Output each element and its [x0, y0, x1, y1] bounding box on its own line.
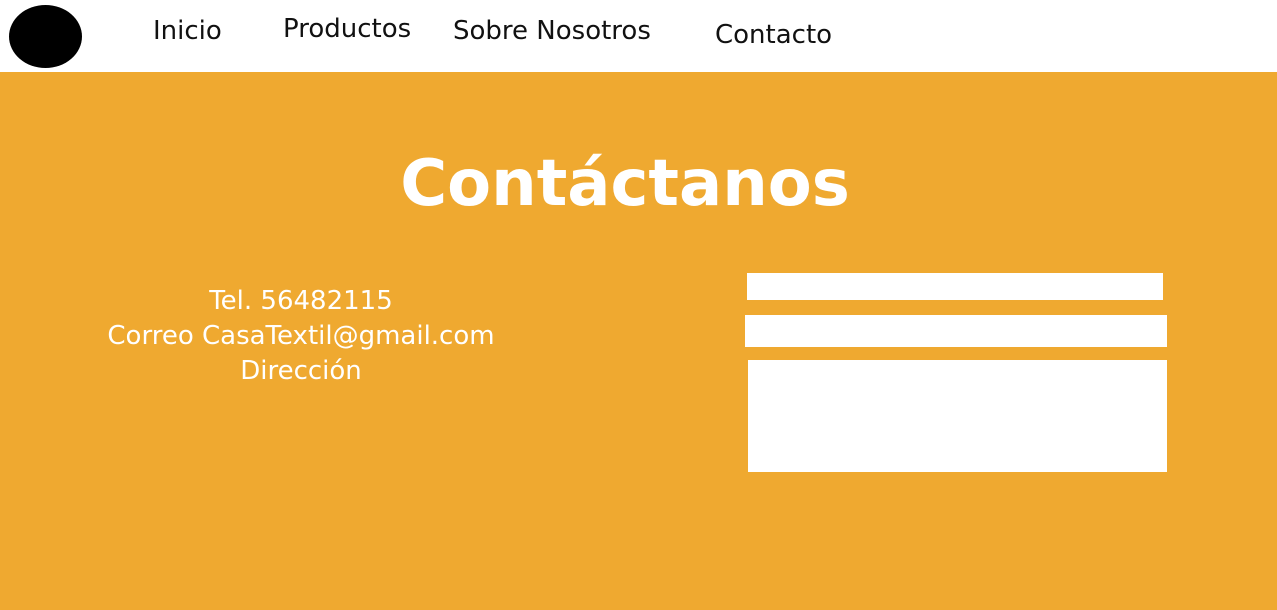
navbar: Inicio Productos Sobre Nosotros Contacto	[0, 0, 1277, 72]
nav-link-productos[interactable]: Productos	[283, 16, 411, 42]
nav-link-sobre-nosotros[interactable]: Sobre Nosotros	[453, 18, 651, 44]
contact-section: Contáctanos Tel. 56482115 Correo CasaTex…	[0, 72, 1277, 610]
email-input[interactable]	[745, 315, 1167, 347]
page-title: Contáctanos	[400, 147, 850, 221]
name-input[interactable]	[747, 273, 1163, 300]
email-text: Correo CasaTextil@gmail.com	[107, 321, 495, 351]
phone-text: Tel. 56482115	[209, 286, 393, 316]
nav-link-contacto[interactable]: Contacto	[715, 22, 832, 48]
nav-link-inicio[interactable]: Inicio	[153, 18, 222, 44]
message-textarea[interactable]	[748, 360, 1167, 472]
address-text: Dirección	[240, 356, 362, 386]
contact-info: Tel. 56482115 Correo CasaTextil@gmail.co…	[0, 284, 602, 389]
logo-icon[interactable]	[9, 5, 82, 68]
